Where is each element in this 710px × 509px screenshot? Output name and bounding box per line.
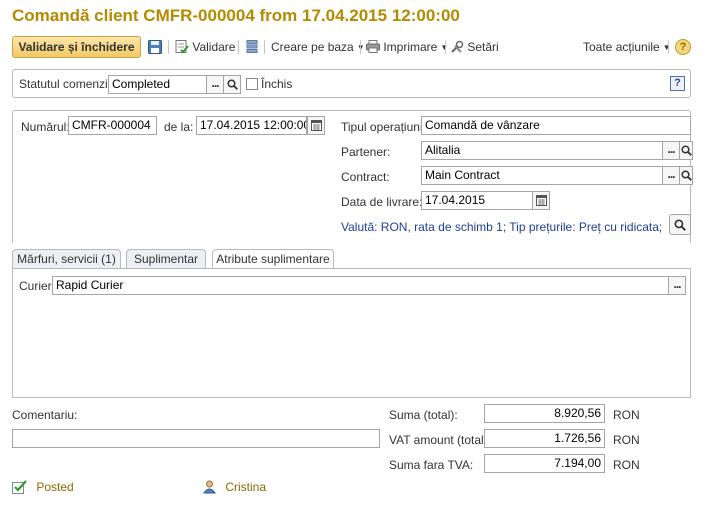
tab-additional-attributes[interactable]: Atribute suplimentare: [212, 249, 334, 269]
status-panel: Statutul comenzii: Completed ... Închis …: [12, 69, 691, 98]
user-icon: [203, 480, 216, 494]
document-structure-icon: [246, 40, 258, 53]
toolbar-separator: [264, 40, 265, 54]
validate-label: Validare: [192, 40, 236, 54]
partner-field[interactable]: Alitalia: [421, 141, 663, 160]
number-field[interactable]: CMFR-000004: [68, 116, 157, 135]
create-based-label: Creare pe baza: [271, 40, 354, 54]
settings-tools-icon: [451, 40, 464, 53]
posted-check-icon: [12, 480, 27, 494]
settings-button[interactable]: Setări: [450, 36, 499, 58]
total-field: 8.920,56: [484, 404, 605, 423]
floppy-disk-icon: [148, 40, 162, 54]
currency-search-button[interactable]: [669, 214, 691, 235]
window-title: Comandă client CMFR-000004 from 17.04.20…: [12, 6, 460, 25]
posted-status: Posted: [12, 480, 74, 494]
search-icon: [680, 170, 692, 181]
tab-additional[interactable]: Suplimentar: [126, 249, 206, 268]
date-calendar-button[interactable]: [307, 116, 325, 135]
net-currency: RON: [613, 458, 640, 472]
toolbar-separator: [168, 40, 169, 54]
status-select[interactable]: Completed: [108, 75, 207, 94]
save-and-close-button[interactable]: Validare și închidere: [12, 36, 141, 58]
search-icon: [226, 79, 238, 90]
total-label: Suma (total):: [389, 408, 458, 422]
net-label: Suma fara TVA:: [389, 458, 474, 472]
tab-content-panel: Curier: Rapid Curier ...: [12, 268, 691, 398]
validate-button[interactable]: Validare: [175, 36, 235, 58]
help-button[interactable]: ?: [675, 39, 691, 55]
vat-label: VAT amount (total):: [389, 433, 492, 447]
comment-field[interactable]: [12, 429, 380, 448]
closed-checkbox[interactable]: [246, 78, 258, 90]
calendar-icon: [535, 195, 547, 206]
toolbar-separator: [668, 40, 669, 54]
create-based-on-menu[interactable]: Creare pe baza▼: [271, 36, 365, 58]
all-actions-menu[interactable]: Toate acțiunile ▼: [583, 36, 671, 58]
delivery-date-calendar-button[interactable]: [532, 191, 550, 210]
print-menu[interactable]: Imprimare▼: [366, 36, 448, 58]
status-label: Statutul comenzii:: [19, 77, 114, 91]
operation-type-label: Tipul operațiunii:: [341, 120, 429, 134]
courier-choose-button[interactable]: ...: [668, 276, 686, 295]
courier-field[interactable]: Rapid Curier: [52, 276, 669, 295]
contract-search-button[interactable]: [679, 166, 693, 185]
save-button[interactable]: [148, 36, 162, 58]
calendar-icon: [310, 120, 322, 131]
settings-label: Setări: [467, 40, 499, 54]
contract-label: Contract:: [341, 170, 390, 184]
document-structure-button[interactable]: [246, 36, 258, 58]
contract-field[interactable]: Main Contract: [421, 166, 663, 185]
all-actions-label: Toate acțiunile: [583, 40, 660, 54]
search-icon: [680, 145, 692, 156]
posted-label: Posted: [36, 480, 74, 494]
closed-label: Închis: [261, 77, 293, 91]
comment-label: Comentariu:: [12, 408, 78, 422]
date-field[interactable]: 17.04.2015 12:00:00: [196, 116, 307, 135]
vat-field: 1.726,56: [484, 429, 605, 448]
number-label: Numărul:: [21, 120, 70, 134]
toolbar-separator: [445, 40, 446, 54]
status-choose-button[interactable]: ...: [206, 75, 224, 94]
status-search-button[interactable]: [223, 75, 241, 94]
search-icon: [674, 219, 686, 231]
total-currency: RON: [613, 408, 640, 422]
toolbar-separator: [238, 40, 239, 54]
date-label: de la:: [164, 120, 194, 134]
delivery-date-field[interactable]: 17.04.2015: [421, 191, 533, 210]
partner-search-button[interactable]: [679, 141, 693, 160]
contract-choose-button[interactable]: ...: [662, 166, 680, 185]
partner-choose-button[interactable]: ...: [662, 141, 680, 160]
header-panel: Numărul: CMFR-000004 de la: 17.04.2015 1…: [12, 110, 693, 243]
courier-label: Curier:: [19, 279, 56, 293]
printer-icon: [366, 40, 380, 53]
tab-goods-services[interactable]: Mărfuri, servicii (1): [12, 249, 121, 268]
toolbar-separator: [360, 40, 361, 54]
net-field: 7.194,00: [484, 454, 605, 473]
author-info: Cristina: [203, 480, 266, 494]
operation-type-select[interactable]: Comandă de vânzare: [421, 116, 691, 135]
print-label: Imprimare: [383, 40, 438, 54]
partner-label: Partener:: [341, 145, 391, 159]
author-label: Cristina: [225, 480, 267, 494]
chevron-down-icon: ▼: [662, 43, 671, 52]
vat-currency: RON: [613, 433, 640, 447]
post-document-icon: [175, 40, 189, 54]
delivery-date-label: Data de livrare:: [341, 195, 423, 209]
status-help-button[interactable]: ?: [670, 76, 685, 91]
toolbar: Validare și închidere Validare Creare pe…: [12, 36, 696, 58]
currency-info-link[interactable]: Valută: RON, rata de schimb 1; Tip prețu…: [341, 220, 663, 234]
